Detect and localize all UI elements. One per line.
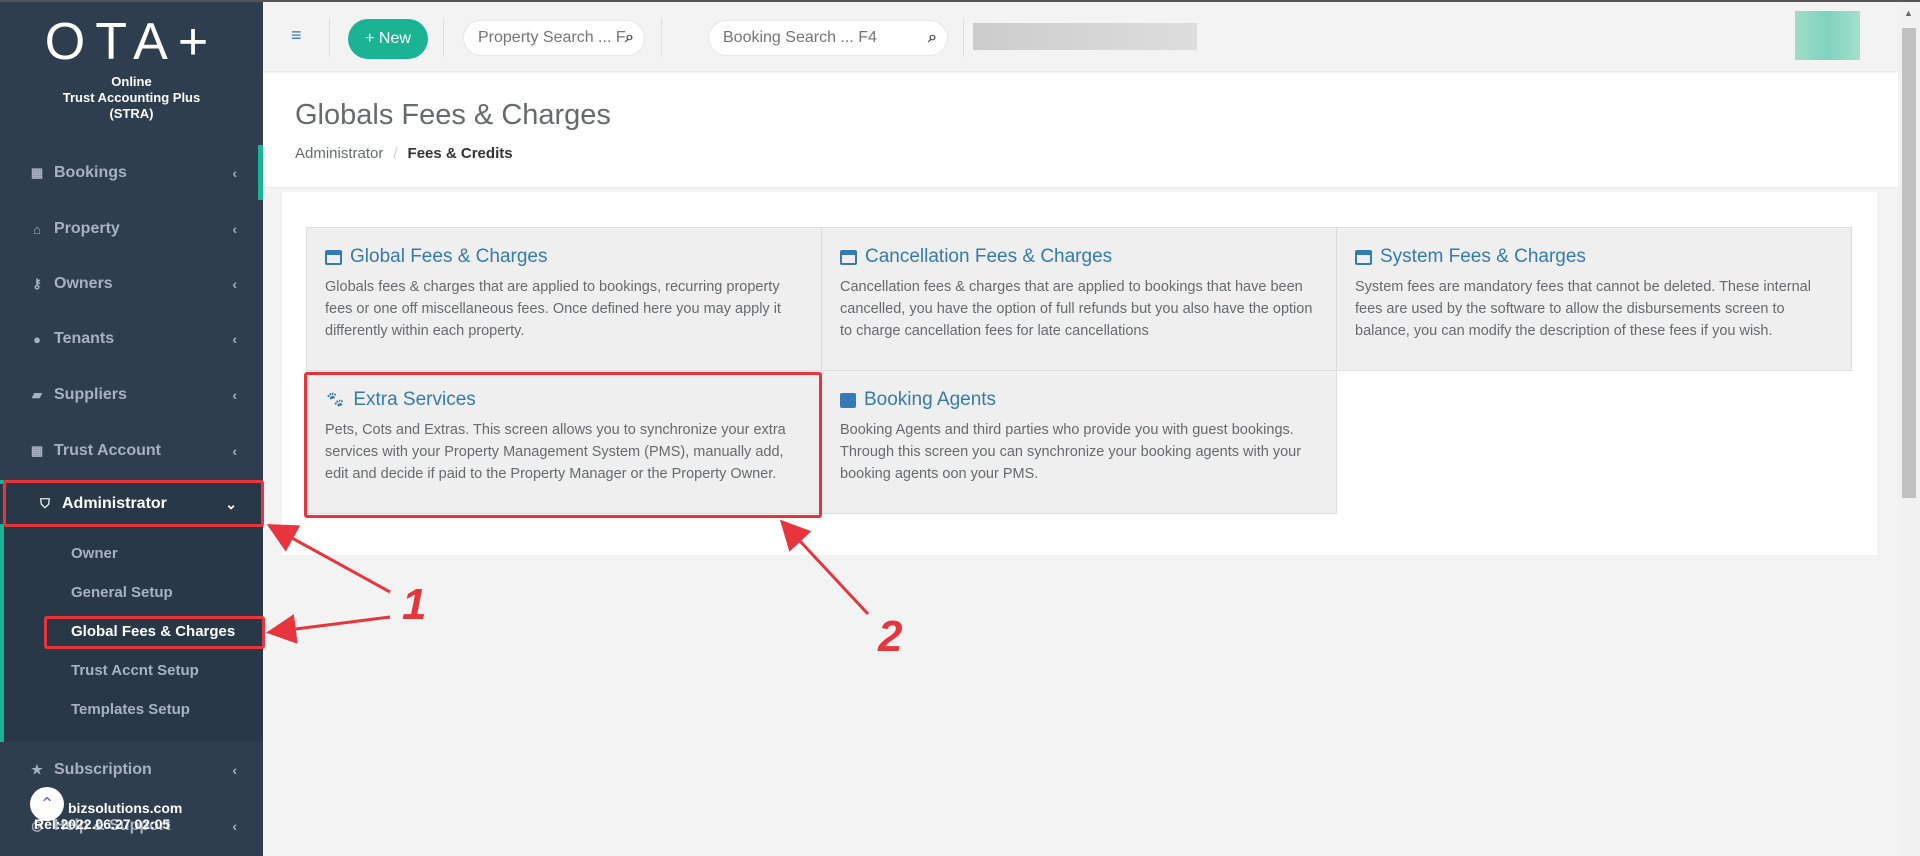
- annotation-number-1: 1: [402, 580, 427, 629]
- arrow-1a: [266, 524, 391, 594]
- annotation-number-2: 2: [878, 612, 903, 661]
- arrow-1b: [266, 614, 391, 644]
- annotation-arrows: [266, 519, 870, 644]
- arrow-2: [779, 519, 870, 616]
